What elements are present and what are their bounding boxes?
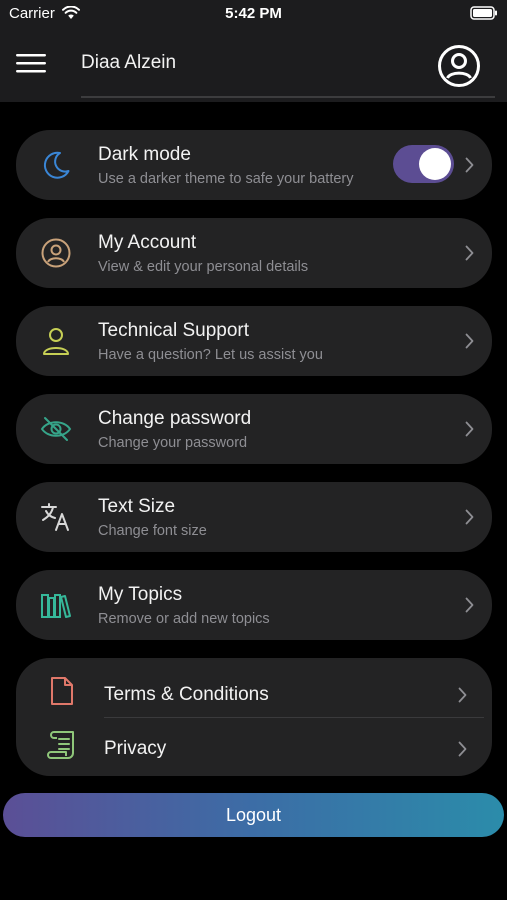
setting-subtitle: Use a darker theme to safe your battery — [98, 171, 354, 187]
books-icon — [41, 594, 71, 618]
setting-dark-mode[interactable]: Dark mode Use a darker theme to safe you… — [16, 130, 492, 200]
setting-text-size[interactable]: Text Size Change font size — [16, 482, 492, 552]
setting-title: Text Size — [98, 496, 176, 517]
chevron-right-icon — [465, 509, 474, 525]
setting-subtitle: Have a question? Let us assist you — [98, 347, 323, 363]
user-name: Diaa Alzein — [81, 52, 177, 73]
privacy-row[interactable]: Privacy — [16, 718, 492, 772]
dark-mode-toggle[interactable] — [393, 145, 454, 183]
person-icon — [43, 328, 69, 355]
chevron-right-icon — [458, 741, 467, 757]
profile-icon[interactable] — [437, 44, 481, 88]
toggle-knob — [419, 148, 451, 180]
chevron-right-icon — [458, 687, 467, 703]
setting-title: Technical Support — [98, 320, 250, 341]
chevron-right-icon — [465, 333, 474, 349]
chevron-right-icon — [465, 157, 474, 173]
status-bar: Carrier 5:42 PM — [0, 0, 507, 28]
setting-subtitle: Change font size — [98, 523, 207, 539]
app-header: Diaa Alzein — [0, 28, 507, 102]
hamburger-menu-icon[interactable] — [16, 53, 46, 73]
chevron-right-icon — [465, 597, 474, 613]
setting-change-password[interactable]: Change password Change your password — [16, 394, 492, 464]
terms-and-conditions-row[interactable]: Terms & Conditions — [16, 664, 492, 718]
eye-off-icon — [40, 417, 72, 441]
account-circle-icon — [41, 238, 71, 268]
battery-icon — [470, 6, 497, 20]
setting-subtitle: Remove or add new topics — [98, 611, 270, 627]
setting-subtitle: View & edit your personal details — [98, 259, 309, 275]
setting-my-topics[interactable]: My Topics Remove or add new topics — [16, 570, 492, 640]
setting-my-account[interactable]: My Account View & edit your personal det… — [16, 218, 492, 288]
scroll-icon — [47, 731, 74, 759]
moon-icon — [43, 151, 70, 179]
chevron-right-icon — [465, 421, 474, 437]
privacy-label: Privacy — [104, 738, 167, 759]
clock: 5:42 PM — [225, 5, 282, 22]
setting-title: My Account — [98, 232, 197, 253]
setting-title: My Topics — [98, 584, 183, 605]
setting-subtitle: Change your password — [98, 435, 248, 451]
legal-group: Terms & Conditions Privacy — [16, 658, 492, 776]
terms-label: Terms & Conditions — [104, 684, 269, 705]
setting-technical-support[interactable]: Technical Support Have a question? Let u… — [16, 306, 492, 376]
translate-icon — [41, 503, 69, 531]
logout-button[interactable]: Logout — [3, 793, 504, 837]
chevron-right-icon — [465, 245, 474, 261]
header-divider — [81, 96, 495, 98]
setting-title: Change password — [98, 408, 252, 429]
document-icon — [51, 677, 73, 705]
setting-title: Dark mode — [98, 144, 191, 165]
